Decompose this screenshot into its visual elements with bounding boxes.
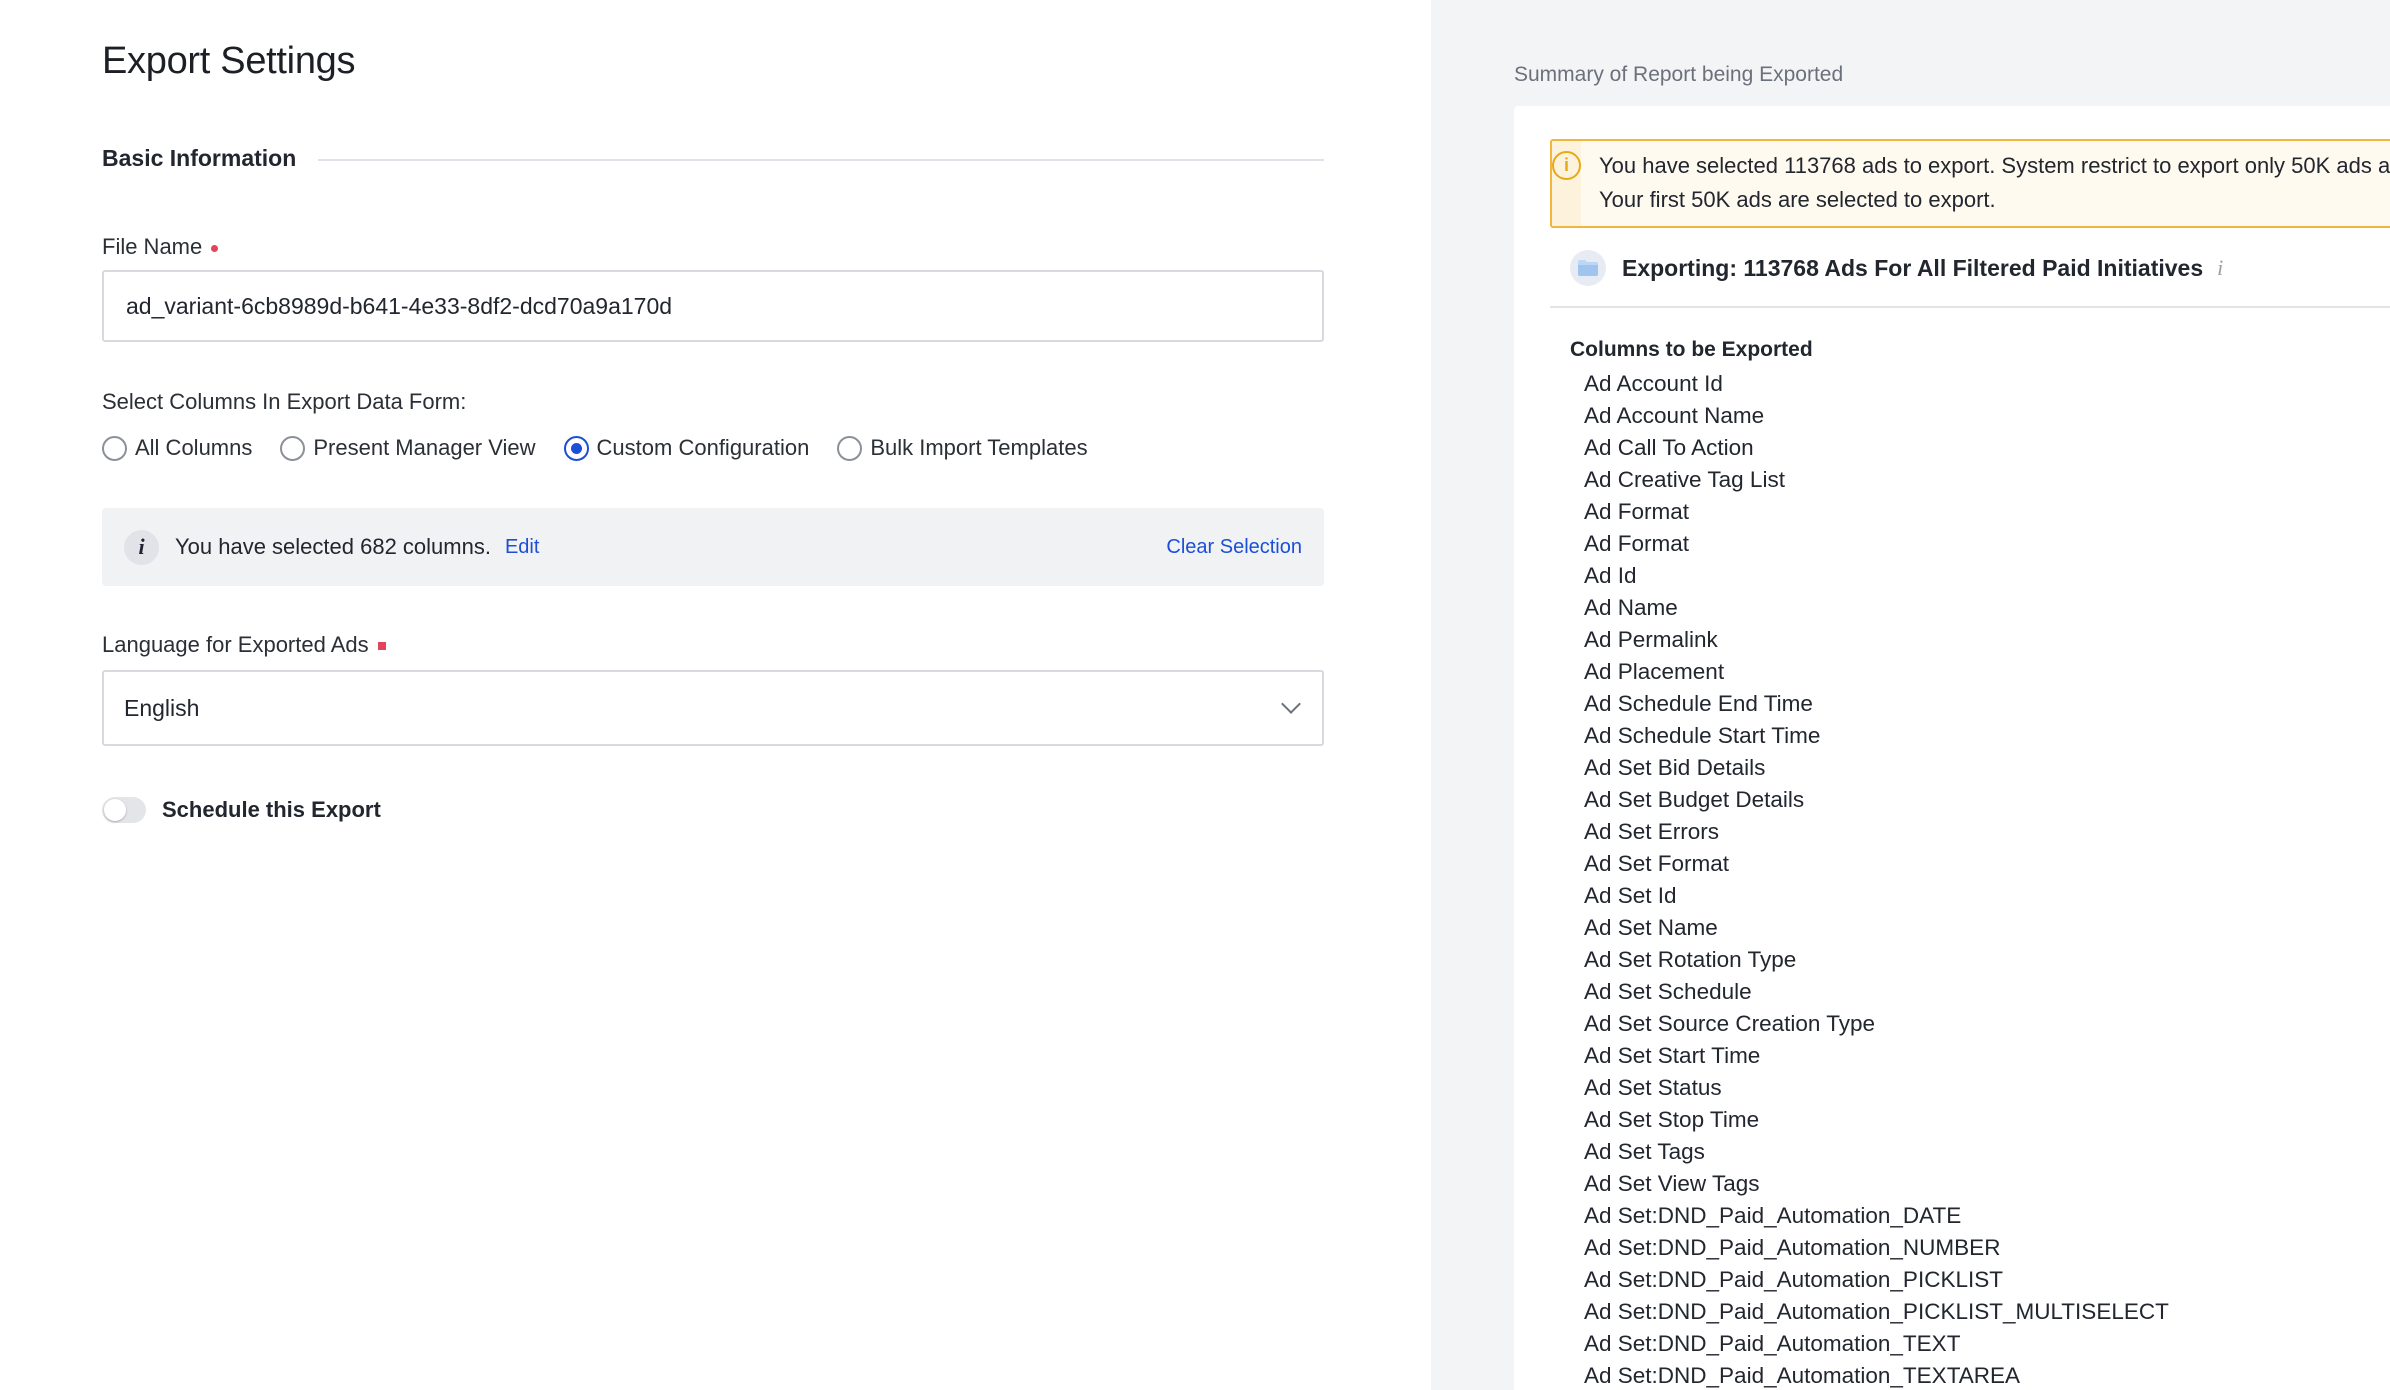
column-list-item: Ad Set Tags	[1584, 1139, 1705, 1164]
column-list-item: Ad Set Errors	[1584, 819, 1720, 844]
folder-icon	[1570, 250, 1606, 286]
column-list-item: Ad Account Name	[1584, 403, 1765, 428]
edit-columns-link[interactable]: Edit	[505, 536, 539, 559]
column-list-item: Ad Account Id	[1584, 371, 1723, 396]
column-list-item: Ad Set Id	[1584, 883, 1677, 908]
summary-card: i You have selected 113768 ads to export…	[1514, 106, 2390, 1390]
column-list-item: Ad Set Format	[1584, 851, 1730, 876]
schedule-export-label: Schedule this Export	[162, 797, 381, 822]
column-list-item: Ad Format	[1584, 531, 1690, 556]
schedule-export-row: Schedule this Export	[102, 797, 381, 823]
column-list-item: Ad Set Rotation Type	[1584, 947, 1797, 972]
column-list-item: Ad Call To Action	[1584, 435, 1754, 460]
column-list-item: Ad Set Start Time	[1584, 1043, 1761, 1068]
summary-label: Summary of Report being Exported	[1514, 63, 1844, 86]
export-title: Exporting: 113768 Ads For All Filtered P…	[1622, 254, 2204, 281]
radio-custom-configuration[interactable]: Custom Configuration	[563, 435, 810, 461]
column-list-item: Ad Set Schedule	[1584, 979, 1752, 1004]
export-divider	[1550, 306, 2390, 308]
radio-label: Custom Configuration	[596, 435, 810, 460]
export-info-icon[interactable]: i	[2217, 255, 2223, 281]
column-list-item: Ad Set:DND_Paid_Automation_TEXTAREA	[1584, 1363, 2021, 1388]
schedule-export-toggle[interactable]	[102, 797, 146, 823]
column-list-item: Ad Schedule End Time	[1584, 691, 1813, 716]
columns-heading: Columns to be Exported	[1570, 338, 1813, 361]
column-list-item: Ad Set Stop Time	[1584, 1107, 1760, 1132]
column-list-item: Ad Set:DND_Paid_Automation_PICKLIST_MULT…	[1584, 1299, 2169, 1324]
column-list-item: Ad Placement	[1584, 659, 1725, 684]
column-list-item: Ad Creative Tag List	[1584, 467, 1785, 492]
warning-info-icon: i	[1552, 151, 1581, 180]
language-select[interactable]: English	[102, 670, 1324, 746]
warning-message: You have selected 113768 ads to export. …	[1581, 141, 2390, 226]
column-options-radio-group: All Columns Present Manager View Custom …	[102, 431, 1116, 465]
language-select-value: English	[124, 694, 200, 721]
section-divider	[318, 159, 1324, 161]
radio-label: All Columns	[135, 435, 253, 460]
export-header: Exporting: 113768 Ads For All Filtered P…	[1570, 250, 2223, 286]
column-list-item: Ad Set:DND_Paid_Automation_PICKLIST	[1584, 1267, 2003, 1292]
column-list-item: Ad Format	[1584, 499, 1690, 524]
language-label: Language for Exported Ads	[102, 632, 386, 658]
chevron-down-icon	[1281, 694, 1301, 714]
column-list-item: Ad Permalink	[1584, 627, 1718, 652]
file-name-input[interactable]	[102, 270, 1324, 342]
export-settings-panel: Export Settings Basic Information File N…	[0, 0, 1431, 1390]
column-list-item: Ad Set:DND_Paid_Automation_DATE	[1584, 1203, 1962, 1228]
required-indicator	[377, 642, 386, 650]
column-list-item: Ad Name	[1584, 595, 1678, 620]
selected-columns-text: You have selected 682 columns.	[175, 534, 491, 559]
language-label-text: Language for Exported Ads	[102, 632, 369, 657]
radio-circle-icon	[102, 435, 127, 461]
warning-line-1: You have selected 113768 ads to export. …	[1599, 153, 2390, 178]
column-list-item: Ad Schedule Start Time	[1584, 723, 1821, 748]
column-list-item: Ad Id	[1584, 563, 1637, 588]
column-list-item: Ad Set:DND_Paid_Automation_NUMBER	[1584, 1235, 2001, 1260]
column-list-item: Ad Set View Tags	[1584, 1171, 1760, 1196]
file-name-label: File Name	[102, 234, 219, 260]
column-list-item: Ad Set Status	[1584, 1075, 1722, 1100]
clear-selection-link[interactable]: Clear Selection	[1166, 536, 1302, 559]
radio-circle-icon	[280, 435, 306, 461]
column-list-item: Ad Set Bid Details	[1584, 755, 1766, 780]
columns-list: Ad Account Id Ad Account Name Ad Call To A…	[1584, 368, 2169, 1390]
radio-all-columns[interactable]: All Columns	[102, 435, 252, 461]
select-columns-label: Select Columns In Export Data Form:	[102, 389, 467, 414]
column-list-item: Ad Set Name	[1584, 915, 1718, 940]
file-name-label-text: File Name	[102, 234, 203, 259]
column-list-item: Ad Set Source Creation Type	[1584, 1011, 1876, 1036]
info-icon: i	[124, 529, 159, 565]
radio-circle-icon	[837, 435, 863, 461]
selected-columns-info-bar: i You have selected 682 columns. Edit Cl…	[102, 508, 1324, 586]
warning-line-2: Your first 50K ads are selected to expor…	[1599, 187, 1996, 212]
radio-label: Present Manager View	[313, 435, 536, 460]
export-limit-warning: i You have selected 113768 ads to export…	[1550, 139, 2390, 228]
radio-bulk-import-templates[interactable]: Bulk Import Templates	[837, 435, 1088, 461]
section-title: Basic Information	[102, 144, 297, 171]
page-title: Export Settings	[102, 40, 356, 82]
basic-information-section-header: Basic Information	[102, 142, 1324, 174]
radio-checked-icon	[563, 435, 589, 461]
required-indicator	[211, 244, 219, 252]
column-list-item: Ad Set Budget Details	[1584, 787, 1805, 812]
summary-panel: Summary of Report being Exported i You h…	[1431, 0, 2390, 1390]
warning-icon-strip: i	[1552, 141, 1581, 226]
radio-label: Bulk Import Templates	[870, 435, 1088, 460]
column-list-item: Ad Set:DND_Paid_Automation_TEXT	[1584, 1331, 1961, 1356]
toggle-knob	[104, 799, 126, 821]
radio-present-manager-view[interactable]: Present Manager View	[280, 435, 536, 461]
